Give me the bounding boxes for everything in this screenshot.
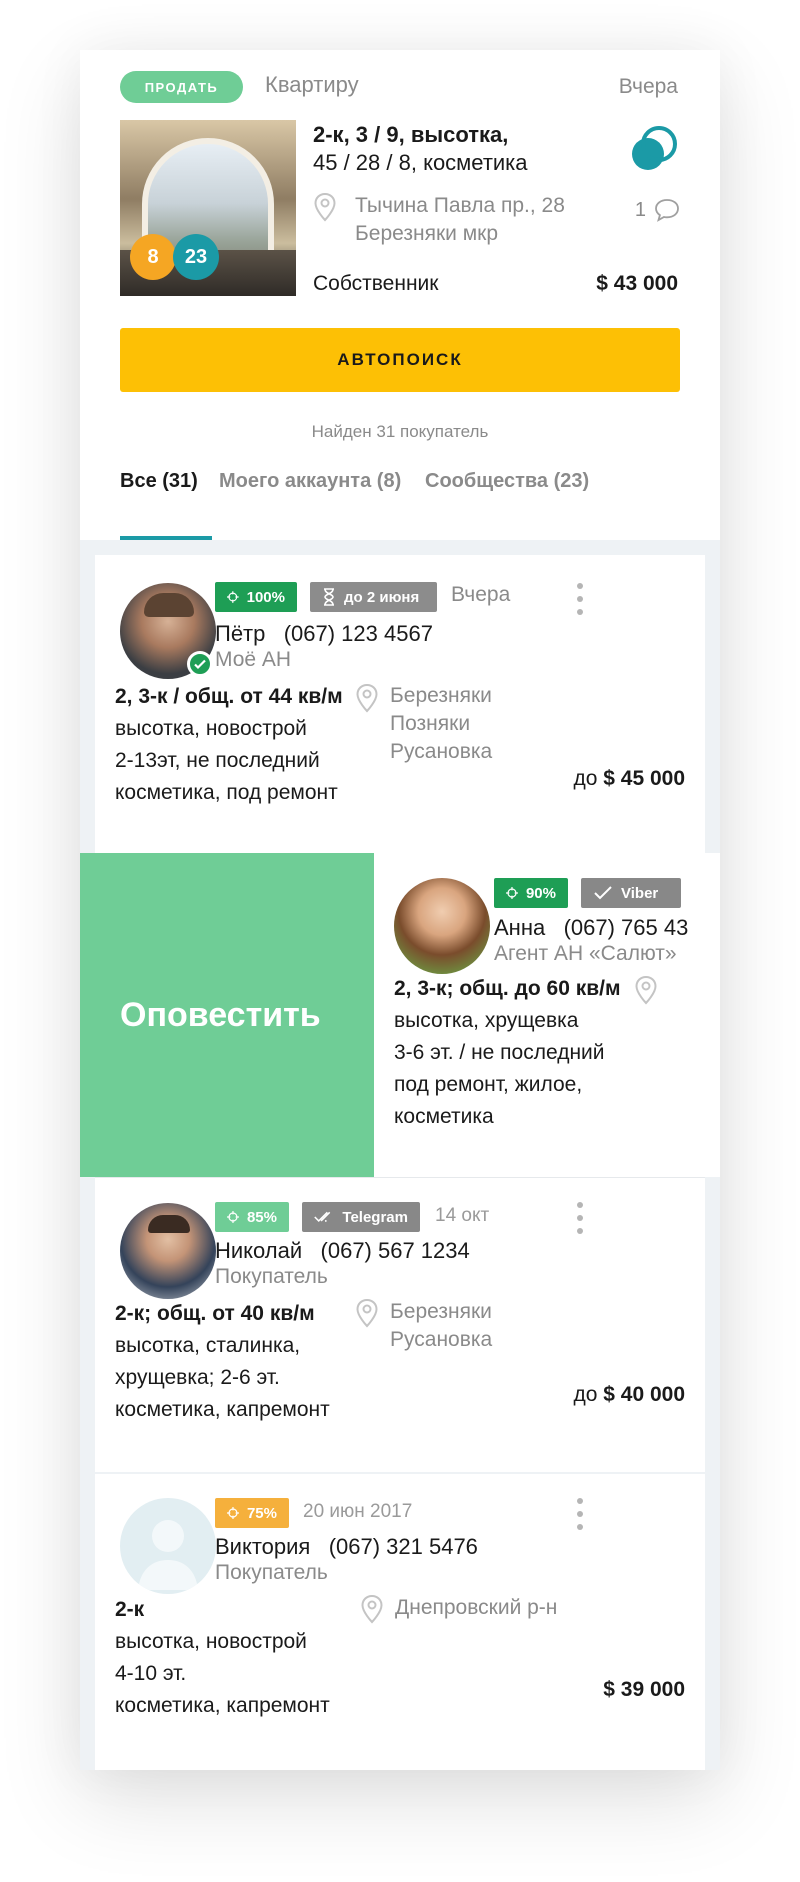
more-vertical-icon[interactable] [576,1498,584,1530]
buyer-phone[interactable]: (067) 765 43 [564,915,689,940]
deadline-label: до 2 июня [344,588,420,606]
buyer-date: 20 июн 2017 [303,1501,413,1522]
owner-label: Собственник [313,272,439,295]
buyer-role: Покупатель [215,1561,328,1584]
buyer-card[interactable]: 90% Viber Анна (067) 765 43 Агент АН «Са… [374,853,720,1177]
buyer-date: Вчера [451,583,511,606]
buyer-phone[interactable]: (067) 321 5476 [329,1534,478,1559]
buyer-phone[interactable]: (067) 567 1234 [321,1238,470,1263]
buyer-budget: до $ 40 000 [573,1383,685,1406]
buyer-card[interactable]: 85% Telegram 14 окт Николай (067) 567 12… [95,1177,705,1472]
property-type: Квартиру [265,72,359,97]
buyer-name: Анна (067) 765 43 [494,915,689,940]
avatar [120,1498,216,1594]
property-summary: 2-к, 3 / 9, высотка, [313,122,509,147]
target-icon [227,1211,239,1223]
avatar [394,878,490,974]
found-count-text: Найден 31 покупатель [311,422,489,441]
messenger-label: Telegram [342,1208,408,1226]
buyer-budget: $ 39 000 [603,1678,685,1701]
avatar [120,1203,216,1299]
address-street: Тычина Павла пр., 28 [355,194,565,217]
action-badge: ПРОДАТЬ [120,71,243,103]
comments-count: 1 [634,198,646,221]
buyer-date: 14 окт [435,1205,490,1226]
notify-button[interactable]: Оповестить [80,853,374,1177]
buyer-card[interactable]: 75% 20 июн 2017 Виктория (067) 321 5476 … [95,1474,705,1770]
buyer-budget: до $ 45 000 [573,767,685,790]
buyer-name: Пётр (067) 123 4567 [215,621,433,646]
buyer-role: Покупатель [215,1265,328,1288]
target-icon [227,1507,239,1519]
buyer-role: Моё АН [215,648,292,671]
buyer-requirements: 2-к высотка, новострой 4-10 эт. косметик… [115,1598,330,1717]
property-area: 45 / 28 / 8, косметика [313,150,528,175]
match-percent: 90% [525,884,556,902]
active-tab-indicator [120,536,212,540]
property-date: Вчера [618,75,678,98]
match-percent: 75% [246,1504,277,1522]
buyer-tabs: Все (31) Моего аккаунта (8) Сообщества (… [80,470,720,540]
check-icon [594,886,612,900]
buyer-name: Николай (067) 567 1234 [215,1238,470,1263]
match-badge: 90% [494,878,568,908]
target-icon [227,591,239,603]
buyer-name: Виктория (067) 321 5476 [215,1534,478,1559]
buyer-requirements: 2, 3-к / общ. от 44 кв/м высотка, новост… [115,685,343,804]
buyer-card[interactable]: 100% до 2 июня Вчера Пётр (067) 123 4567… [95,555,705,853]
address-district: Березняки мкр [355,222,499,245]
buyer-phone[interactable]: (067) 123 4567 [284,621,433,646]
autosearch-button[interactable]: АВТОПОИСК [120,328,680,392]
photo-count-badge: 8 [130,234,176,280]
buyer-role: Агент АН «Салют» [494,942,677,965]
more-vertical-icon[interactable] [576,1202,584,1234]
messenger-label: Viber [621,884,659,902]
match-badge: 100% [215,582,297,612]
match-percent: 85% [246,1208,277,1226]
comment-icon [655,199,679,222]
hourglass-icon [324,588,334,606]
target-icon [506,887,518,899]
property-card: ПРОДАТЬ Квартиру Вчера 8 23 2-к, 3 / 9, … [80,50,720,540]
user-placeholder-icon [138,1520,198,1590]
buyer-locations: Днепровский р-н [395,1596,558,1619]
buyer-requirements: 2-к; общ. от 40 кв/м высотка, сталинка, … [115,1302,330,1421]
buyer-requirements: 2, 3-к; общ. до 60 кв/м высотка, хрущевк… [394,977,621,1128]
buyer-locations: Березняки Русановка [390,1300,493,1351]
deadline-badge: до 2 июня [310,582,437,612]
verified-icon [187,651,213,677]
map-pin-icon [361,1594,383,1624]
tab-all[interactable]: Все (31) [120,470,198,493]
phone-screen: ПРОДАТЬ Квартиру Вчера 8 23 2-к, 3 / 9, … [80,50,720,1770]
messenger-badge: Telegram [302,1202,420,1232]
map-pin-icon [314,192,336,222]
buyer-locations: Березняки Позняки Русановка [390,684,493,763]
match-badge: 75% [215,1498,289,1528]
map-pin-icon [635,975,657,1005]
map-pin-icon [356,683,378,713]
map-pin-icon [356,1298,378,1328]
double-check-icon [314,1211,331,1223]
more-vertical-icon[interactable] [576,583,584,615]
tab-community[interactable]: Сообщества (23) [425,470,589,493]
buyer-card-swiped: Оповестить 90% Viber Анна (067) 765 43 А… [80,853,720,1177]
community-logo-icon [632,126,677,170]
match-percent: 100% [246,588,285,606]
property-price: $ 43 000 [596,272,678,295]
match-badge: 85% [215,1202,289,1232]
comments-counter[interactable]: 1 [635,198,680,222]
messenger-badge: Viber [581,878,681,908]
tab-my-account[interactable]: Моего аккаунта (8) [219,470,401,493]
matches-count-badge: 23 [173,234,219,280]
